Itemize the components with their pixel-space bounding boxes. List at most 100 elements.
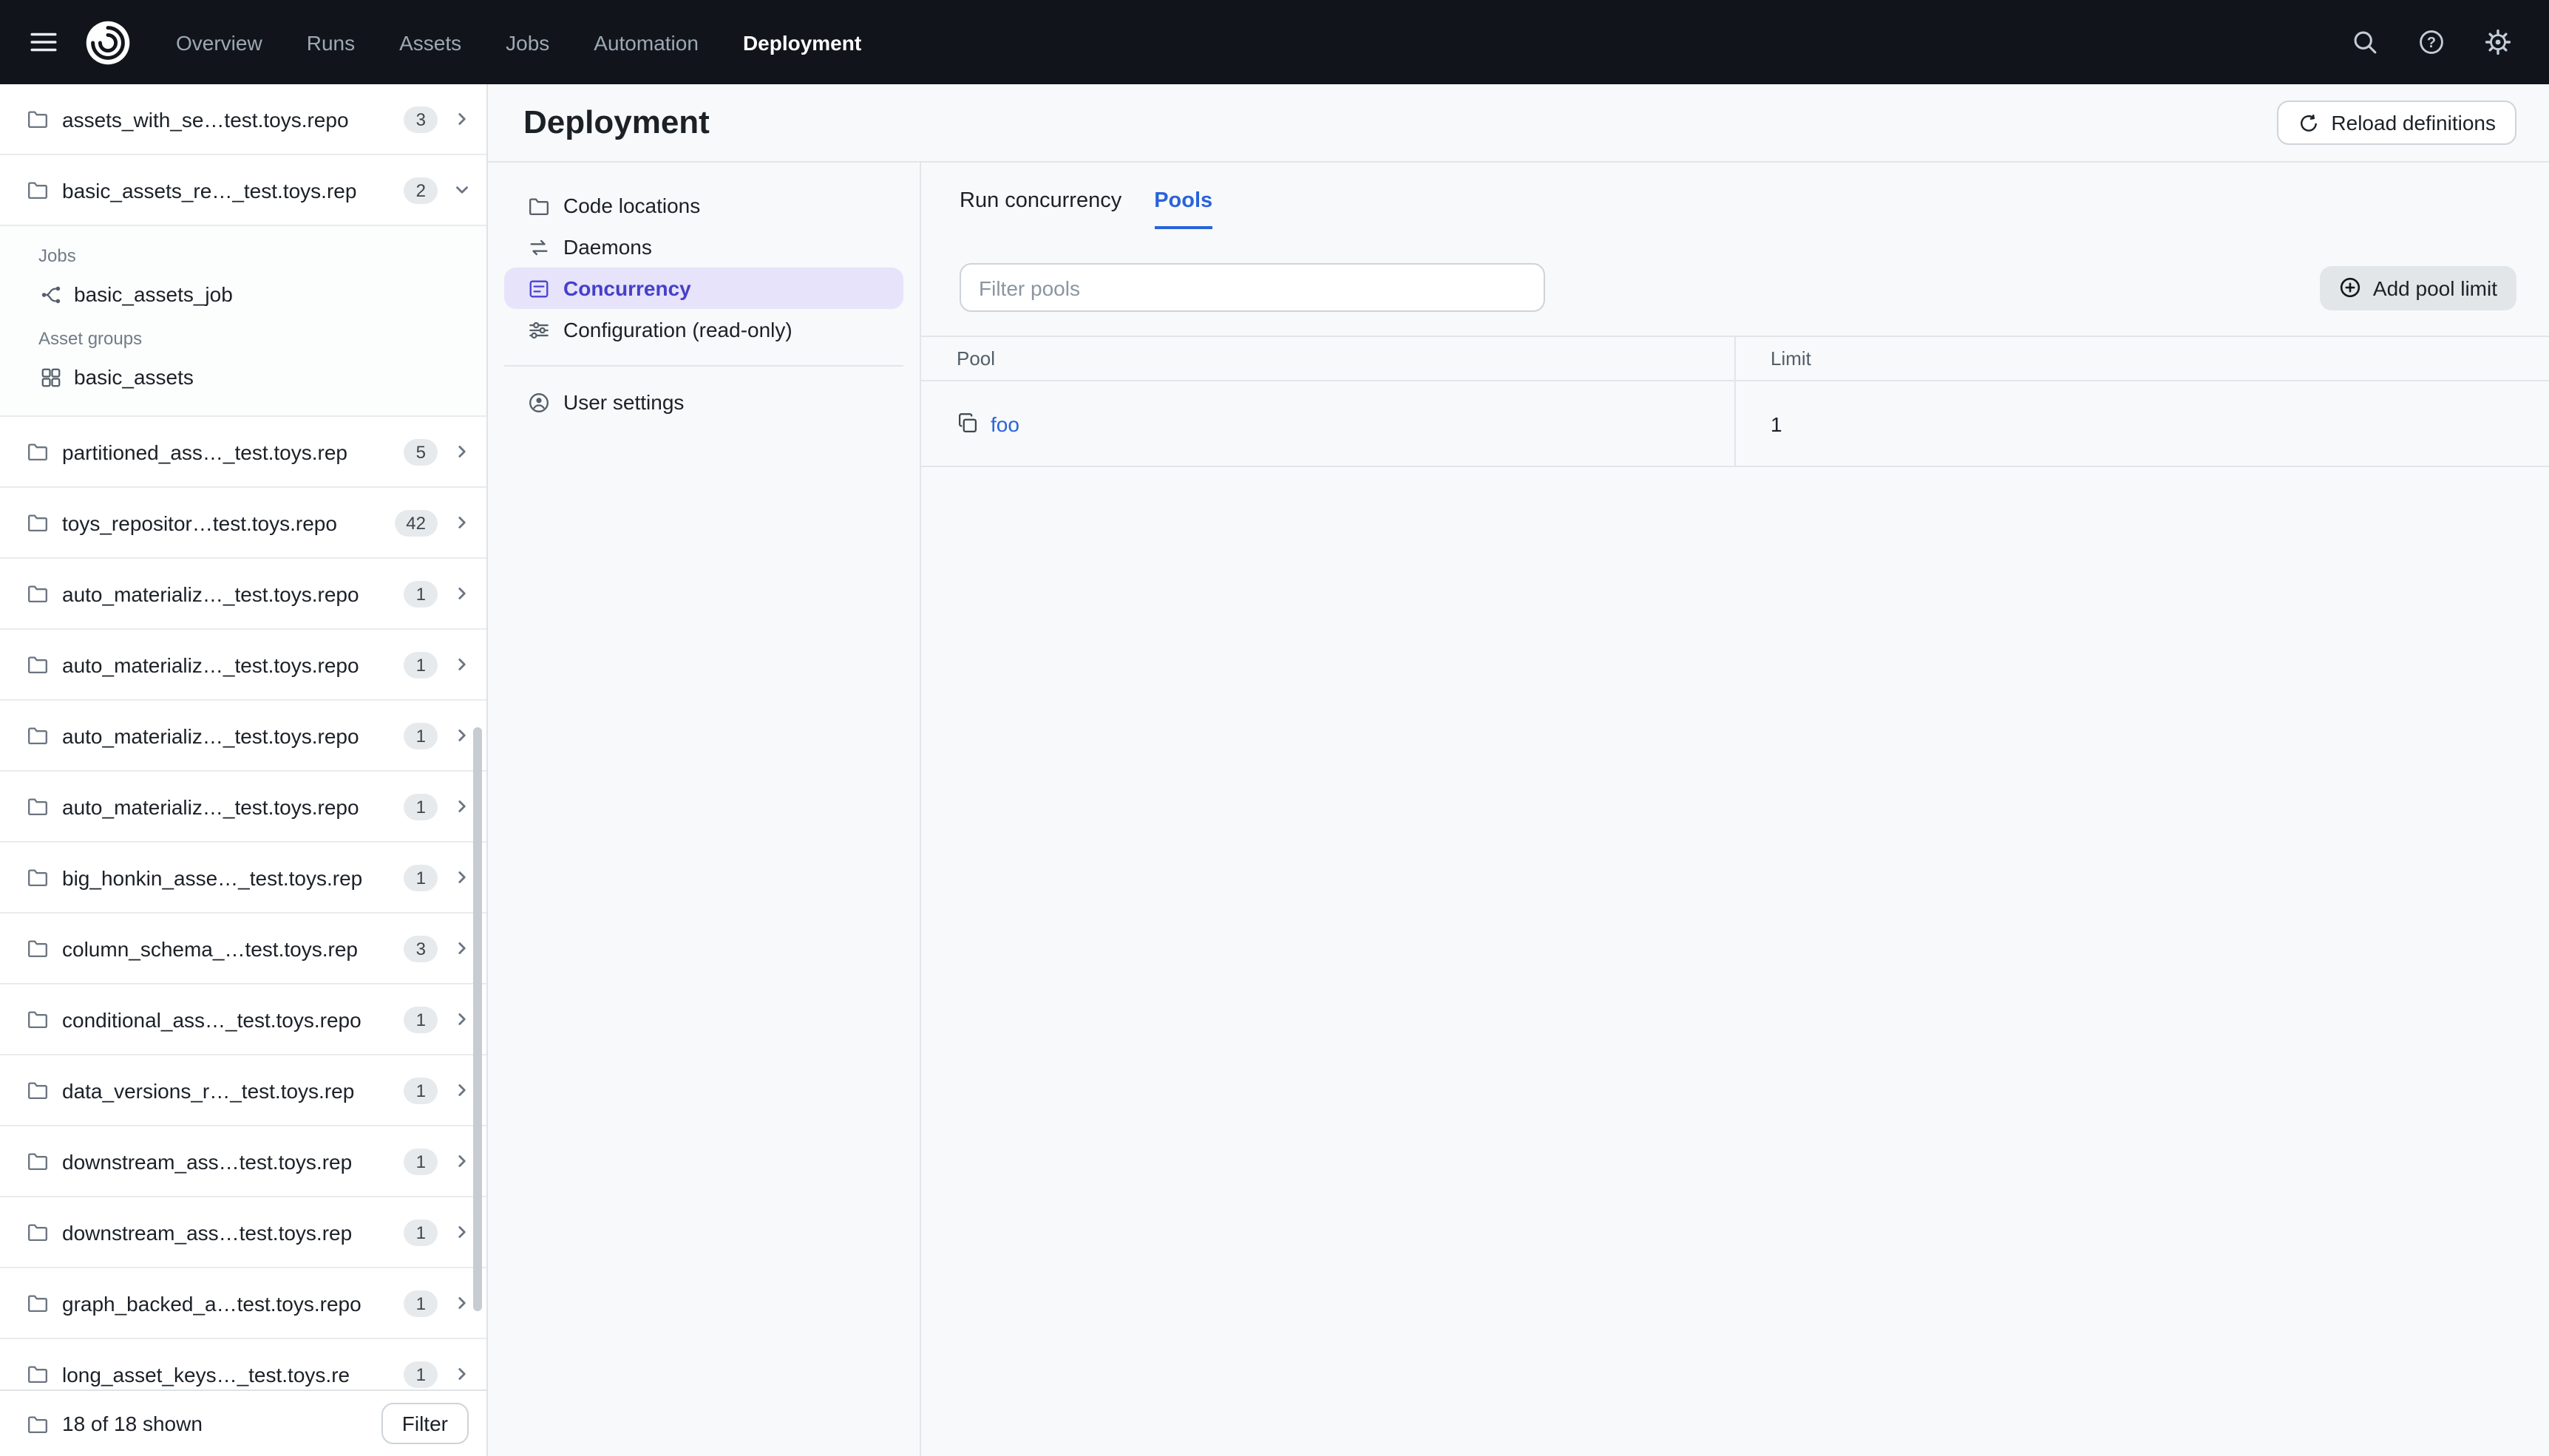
sidebar-repo-row[interactable]: conditional_ass…_test.toys.repo 1	[0, 984, 486, 1055]
add-pool-limit-button[interactable]: Add pool limit	[2319, 265, 2516, 310]
sidebar-repo-row[interactable]: downstream_ass…test.toys.rep 1	[0, 1126, 486, 1197]
repo-count-badge: 1	[404, 1219, 438, 1245]
repo-name: basic_assets_re…_test.toys.rep	[62, 178, 357, 202]
repo-name: column_schema_…test.toys.rep	[62, 936, 358, 960]
topnav-item-automation[interactable]: Automation	[594, 30, 699, 54]
chevron-right-icon[interactable]	[451, 1293, 472, 1313]
subnav-item-configuration-read-only[interactable]: Configuration (read-only)	[504, 309, 903, 350]
daemons-icon	[528, 236, 550, 258]
svg-text:?: ?	[2427, 35, 2436, 51]
folder-icon	[528, 194, 550, 217]
repo-count-badge: 1	[404, 722, 438, 749]
topnav-item-deployment[interactable]: Deployment	[743, 30, 861, 54]
chevron-right-icon[interactable]	[451, 1222, 472, 1242]
folder-icon	[27, 440, 49, 463]
sidebar-repo-row[interactable]: assets_with_se…test.toys.repo 3	[0, 84, 486, 155]
folder-icon	[27, 108, 49, 130]
sidebar-repo-row[interactable]: auto_materializ…_test.toys.repo 1	[0, 559, 486, 630]
search-icon[interactable]	[2349, 27, 2380, 58]
sidebar-repo-row[interactable]: column_schema_…test.toys.rep 3	[0, 914, 486, 984]
sidebar-repo-row[interactable]: graph_backed_a…test.toys.repo 1	[0, 1268, 486, 1339]
subnav-item-label: Configuration (read-only)	[563, 318, 792, 341]
chevron-right-icon[interactable]	[451, 726, 472, 745]
pools-table-header-row: Pool Limit	[921, 336, 2549, 381]
sidebar-repo-row[interactable]: long_asset_keys…_test.toys.re 1	[0, 1339, 486, 1389]
sidebar-scrollbar[interactable]	[473, 727, 482, 1311]
sidebar-item-label: basic_assets_job	[74, 282, 233, 306]
concurrency-icon	[528, 277, 550, 299]
sidebar-repo-row[interactable]: downstream_ass…test.toys.rep 1	[0, 1197, 486, 1268]
sidebar-repo-row[interactable]: auto_materializ…_test.toys.repo 1	[0, 630, 486, 701]
pools-table: Pool Limit foo 1	[921, 336, 2549, 467]
folder-icon	[27, 1292, 49, 1314]
topnav-item-assets[interactable]: Assets	[399, 30, 461, 54]
tab-pools[interactable]: Pools	[1154, 189, 1213, 229]
subnav-item-label: Daemons	[563, 235, 652, 259]
chevron-right-icon[interactable]	[451, 513, 472, 532]
deployment-subnav: Code locations Daemons Concurrency Configur…	[488, 163, 921, 1456]
tab-run-concurrency[interactable]: Run concurrency	[960, 189, 1121, 229]
chevron-down-icon[interactable]	[451, 180, 472, 200]
app-body: assets_with_se…test.toys.repo 3 basic_asse…	[0, 84, 2549, 1456]
chevron-right-icon[interactable]	[451, 442, 472, 461]
subnav-item-code-locations[interactable]: Code locations	[504, 185, 903, 226]
subnav-item-daemons[interactable]: Daemons	[504, 226, 903, 268]
chevron-right-icon[interactable]	[451, 1364, 472, 1384]
repo-count-badge: 1	[404, 1290, 438, 1316]
subnav-item-label: Code locations	[563, 194, 701, 217]
topnav-item-overview[interactable]: Overview	[176, 30, 262, 54]
repo-count-badge: 1	[404, 580, 438, 607]
gear-icon[interactable]	[2482, 27, 2514, 58]
sidebar-footer: 18 of 18 shown Filter	[0, 1389, 486, 1456]
chevron-right-icon[interactable]	[451, 1010, 472, 1029]
chevron-right-icon[interactable]	[451, 797, 472, 816]
chevron-right-icon[interactable]	[451, 1081, 472, 1100]
sidebar-repo-row[interactable]: data_versions_r…_test.toys.rep 1	[0, 1055, 486, 1126]
subnav-item-user-settings[interactable]: User settings	[504, 381, 903, 423]
folder-icon	[27, 1150, 49, 1172]
chevron-right-icon[interactable]	[451, 109, 472, 129]
sidebar-repo-row[interactable]: auto_materializ…_test.toys.repo 1	[0, 701, 486, 772]
chevron-right-icon[interactable]	[451, 1151, 472, 1171]
filter-pools-input[interactable]	[960, 263, 1545, 312]
sidebar-repo-row[interactable]: partitioned_ass…_test.toys.rep 5	[0, 417, 486, 488]
filter-button[interactable]: Filter	[381, 1403, 469, 1444]
help-icon[interactable]: ?	[2416, 27, 2447, 58]
sidebar-item-label: basic_assets	[74, 365, 194, 389]
pool-icon	[957, 412, 979, 435]
sidebar-item-basic-assets[interactable]: basic_assets	[0, 356, 486, 398]
repo-name: long_asset_keys…_test.toys.re	[62, 1362, 350, 1386]
repo-count-badge: 3	[404, 106, 438, 132]
sidebar-repo-row[interactable]: basic_assets_re…_test.toys.rep 2	[0, 155, 486, 226]
folder-icon	[27, 1079, 49, 1101]
subnav-item-concurrency[interactable]: Concurrency	[504, 268, 903, 309]
repo-name: downstream_ass…test.toys.rep	[62, 1220, 353, 1244]
sidebar-repo-row[interactable]: toys_repositor…test.toys.repo 42	[0, 488, 486, 559]
chevron-right-icon[interactable]	[451, 655, 472, 674]
repo-count-badge: 1	[404, 1006, 438, 1033]
subnav-item-label: Concurrency	[563, 276, 691, 300]
repo-count-badge: 3	[404, 935, 438, 962]
repo-name: auto_materializ…_test.toys.repo	[62, 582, 359, 605]
dagster-logo-icon[interactable]	[81, 16, 135, 69]
repo-list: assets_with_se…test.toys.repo 3 basic_asse…	[0, 84, 486, 1389]
chevron-right-icon[interactable]	[451, 584, 472, 603]
chevron-right-icon[interactable]	[451, 939, 472, 958]
repo-name: assets_with_se…test.toys.repo	[62, 107, 349, 131]
sidebar-item-basic-assets-job[interactable]: basic_assets_job	[0, 273, 486, 315]
folder-icon	[27, 1412, 49, 1435]
pool-link[interactable]: foo	[991, 412, 1019, 435]
repo-count-badge: 1	[404, 651, 438, 678]
folder-icon	[27, 724, 49, 746]
repo-count-badge: 1	[404, 864, 438, 891]
topnav-item-jobs[interactable]: Jobs	[506, 30, 549, 54]
topnav-item-runs[interactable]: Runs	[307, 30, 355, 54]
pools-toolbar: Add pool limit	[960, 263, 2516, 312]
sidebar-repo-row[interactable]: auto_materializ…_test.toys.repo 1	[0, 772, 486, 843]
chevron-right-icon[interactable]	[451, 868, 472, 887]
sidebar-repo-row[interactable]: big_honkin_asse…_test.toys.rep 1	[0, 843, 486, 914]
page-title: Deployment	[523, 103, 710, 140]
column-header-pool: Pool	[921, 336, 1735, 381]
menu-icon[interactable]	[24, 23, 62, 61]
reload-definitions-button[interactable]: Reload definitions	[2276, 101, 2516, 145]
